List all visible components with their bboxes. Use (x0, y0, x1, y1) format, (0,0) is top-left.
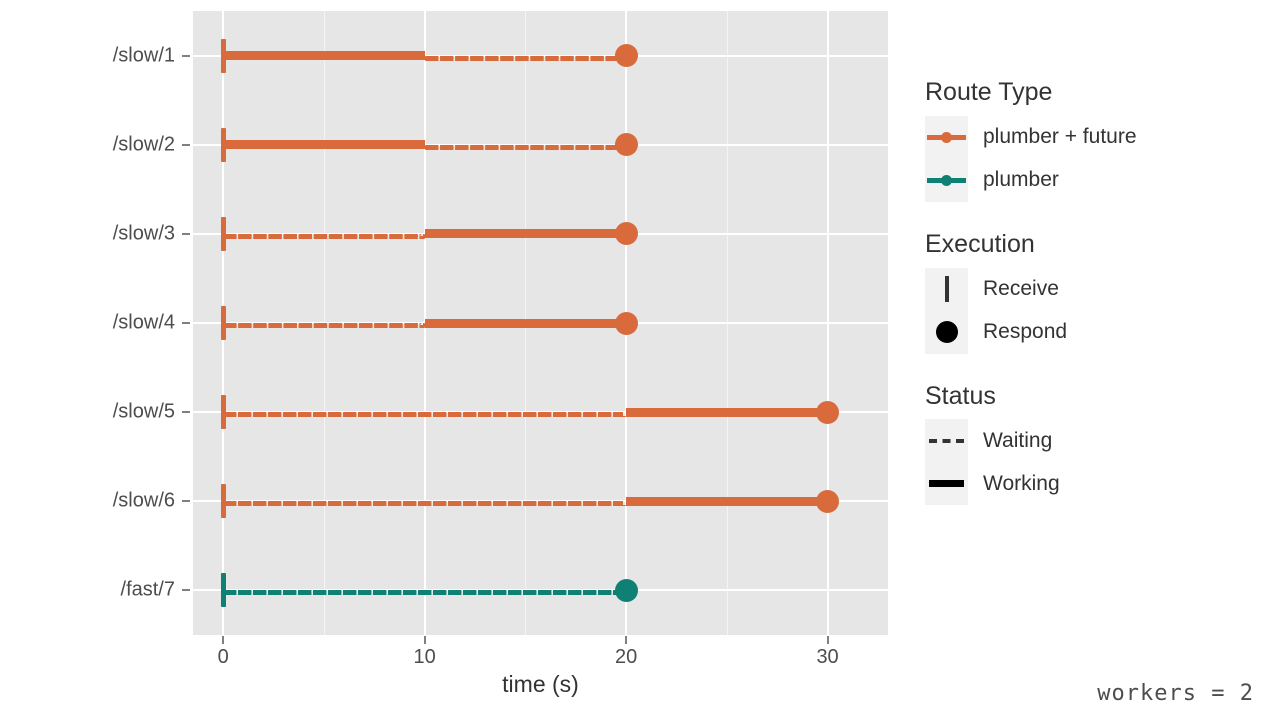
receive-marker-icon (220, 38, 226, 73)
legend-item-label: Working (983, 471, 1060, 495)
legend-panel: Route Type plumber + future plumber Executi… (925, 78, 1255, 533)
legend-item-label: plumber + future (983, 125, 1137, 149)
legend-title: Execution (925, 229, 1035, 258)
y-tick-mark (182, 143, 190, 146)
receive-marker-icon (220, 573, 226, 608)
segment-working (626, 496, 828, 506)
segment-waiting (223, 233, 425, 239)
x-tick-mark (625, 636, 628, 644)
y-tick-label: /slow/1 (112, 44, 175, 67)
x-axis-title: time (s) (502, 671, 579, 697)
y-tick-mark (182, 232, 190, 235)
respond-circle-icon (935, 321, 958, 343)
legend-item-label: plumber (983, 168, 1059, 192)
respond-marker-icon (614, 311, 638, 335)
y-tick-label: /slow/4 (112, 311, 175, 334)
solid-line-icon (929, 480, 964, 488)
legend-item[interactable]: Receive (925, 267, 1255, 311)
segment-waiting (223, 323, 425, 328)
legend-key-swatch (925, 310, 968, 354)
y-tick-mark (182, 500, 190, 503)
segment-waiting (424, 144, 627, 150)
legend-title: Status (925, 381, 996, 410)
legend-item[interactable]: Waiting (925, 419, 1255, 463)
receive-marker-icon (220, 216, 226, 251)
segment-waiting (223, 590, 627, 596)
y-axis: /slow/1/slow/2/slow/3/slow/4/slow/5/slow… (0, 11, 175, 635)
segment-working (626, 407, 828, 417)
segment-working (223, 140, 425, 150)
y-tick-mark (182, 411, 190, 414)
legend-group-execution: Execution Receive Respond (925, 230, 1255, 354)
y-tick-label: /slow/5 (112, 400, 175, 423)
segment-waiting (424, 55, 627, 61)
segment-working (424, 318, 627, 328)
legend-item-label: Waiting (983, 428, 1053, 452)
segment-working (424, 229, 627, 239)
legend-dot-icon (941, 174, 952, 186)
legend-key-swatch (925, 462, 968, 506)
y-tick-label: /slow/2 (112, 133, 175, 156)
x-tick-label: 0 (217, 646, 229, 668)
x-tick-label: 10 (413, 646, 436, 668)
x-tick-label: 20 (614, 646, 638, 668)
legend-group-status: Status Waiting Working (925, 382, 1255, 506)
legend-key-swatch (925, 419, 968, 463)
segment-waiting (223, 501, 627, 507)
y-tick-mark (182, 54, 190, 57)
x-tick-mark (423, 636, 426, 644)
legend-key-swatch (925, 267, 968, 311)
receive-marker-icon (220, 484, 226, 519)
legend-item-label: Receive (983, 277, 1059, 300)
legend-key-swatch (925, 158, 968, 202)
y-tick-label: /slow/3 (112, 222, 175, 245)
legend-group-route-type: Route Type plumber + future plumber (925, 78, 1255, 202)
receive-bar-icon (944, 276, 949, 302)
respond-marker-icon (614, 133, 638, 157)
legend-item[interactable]: plumber (925, 158, 1255, 202)
respond-marker-icon (816, 400, 840, 424)
y-tick-mark (182, 322, 190, 324)
y-tick-label: /slow/6 (112, 489, 175, 512)
legend-title: Route Type (925, 78, 1053, 106)
receive-marker-icon (220, 306, 226, 340)
legend-dot-icon (941, 131, 952, 143)
y-tick-label: /fast/7 (120, 578, 175, 601)
x-tick-label: 30 (816, 646, 839, 668)
receive-marker-icon (220, 127, 226, 162)
legend-item[interactable]: Respond (925, 310, 1255, 354)
respond-marker-icon (816, 489, 840, 513)
y-tick-mark (182, 589, 190, 592)
legend-item-label: Respond (983, 320, 1068, 343)
workers-caption: workers = 2 (1097, 681, 1254, 706)
x-tick-mark (826, 636, 829, 644)
segment-working (223, 51, 425, 61)
legend-key-swatch (925, 115, 968, 159)
plot-panel (193, 11, 888, 635)
dashed-line-icon (929, 438, 964, 443)
receive-marker-icon (220, 395, 226, 430)
respond-marker-icon (614, 578, 638, 602)
legend-item[interactable]: plumber + future (925, 115, 1255, 159)
segment-waiting (223, 412, 627, 418)
respond-marker-icon (614, 44, 638, 68)
x-tick-mark (222, 636, 225, 644)
respond-marker-icon (614, 222, 638, 246)
legend-item[interactable]: Working (925, 462, 1255, 506)
